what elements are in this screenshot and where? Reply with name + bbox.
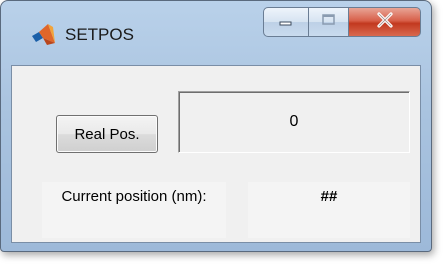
window-controls <box>263 7 421 37</box>
figure-panel: Real Pos. 0 Current position (nm): ## <box>11 65 421 243</box>
title-bar[interactable]: SETPOS <box>1 1 431 61</box>
real-pos-button[interactable]: Real Pos. <box>56 115 158 153</box>
window-title: SETPOS <box>65 25 134 44</box>
maximize-icon <box>321 13 337 32</box>
current-position-value: ## <box>248 182 410 238</box>
position-value-display: 0 <box>178 91 410 153</box>
close-icon <box>376 11 394 33</box>
setpos-window: SETPOS Real Pos. 0 Current position (nm)… <box>0 0 432 252</box>
minimize-icon <box>278 13 294 31</box>
close-button[interactable] <box>349 7 421 37</box>
matlab-icon <box>31 21 57 47</box>
minimize-button[interactable] <box>263 7 309 37</box>
maximize-button[interactable] <box>309 7 349 37</box>
current-position-label: Current position (nm): <box>42 182 226 238</box>
